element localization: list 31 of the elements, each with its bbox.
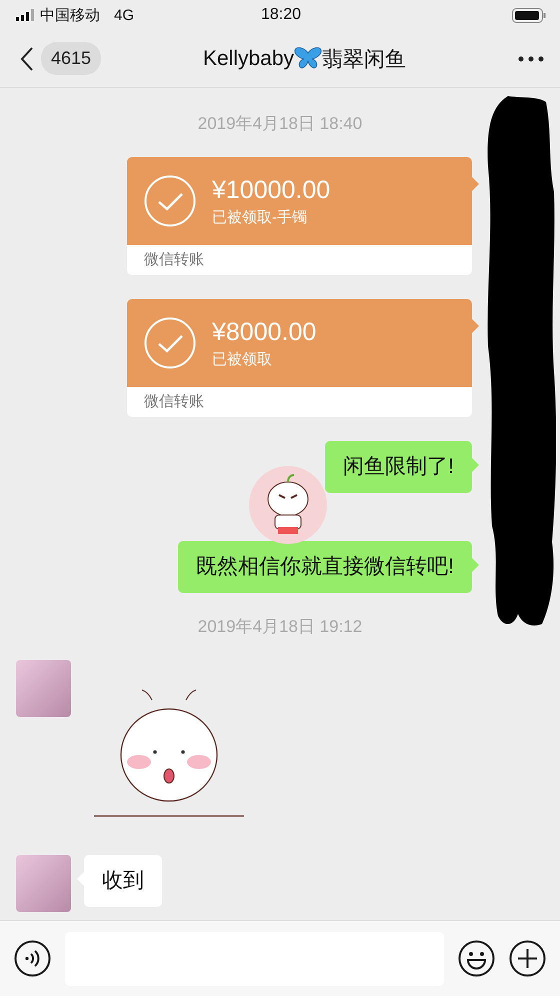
timestamp: 2019年4月18日 18:40 — [196, 113, 364, 135]
transfer-card[interactable]: ¥8000.00 已被领取 微信转账 — [127, 299, 472, 417]
transfer-status: 已被领取-手镯 — [212, 208, 308, 226]
more-icon[interactable] — [518, 56, 544, 62]
voice-icon[interactable] — [14, 940, 51, 977]
chat-group-name: 翡翠闲鱼 — [322, 46, 406, 72]
transfer-label: 微信转账 — [143, 392, 205, 412]
back-icon[interactable] — [20, 46, 33, 70]
chat-title: Kellybaby — [202, 46, 294, 70]
check-circle-icon — [144, 175, 196, 227]
transfer-status: 已被领取 — [212, 350, 273, 368]
transfer-card[interactable]: ¥10000.00 已被领取-手镯 微信转账 — [127, 157, 472, 275]
carrier-name: 中国移动 — [40, 6, 100, 24]
timestamp: 2019年4月18日 19:12 — [196, 616, 364, 638]
transfer-amount: ¥10000.00 — [212, 176, 330, 204]
signal-icon — [16, 9, 34, 21]
message-bubble: 既然相信你就直接微信转吧! — [178, 541, 472, 593]
bubble-tail — [472, 458, 479, 472]
network-type: 4G — [114, 6, 134, 24]
unread-count-badge[interactable]: 4615 — [41, 42, 102, 75]
emoji-icon[interactable] — [458, 940, 495, 977]
butterfly-icon — [294, 46, 322, 70]
transfer-amount: ¥8000.00 — [212, 318, 316, 346]
plus-icon[interactable] — [509, 940, 546, 977]
message-bubble: 闲鱼限制了! — [325, 441, 472, 493]
check-circle-icon — [144, 317, 196, 369]
clock-time: 18:20 — [260, 6, 302, 23]
transfer-label: 微信转账 — [143, 250, 205, 270]
bubble-tail — [472, 558, 479, 572]
message-bubble: 收到 — [84, 855, 162, 907]
battery-icon — [512, 8, 546, 22]
